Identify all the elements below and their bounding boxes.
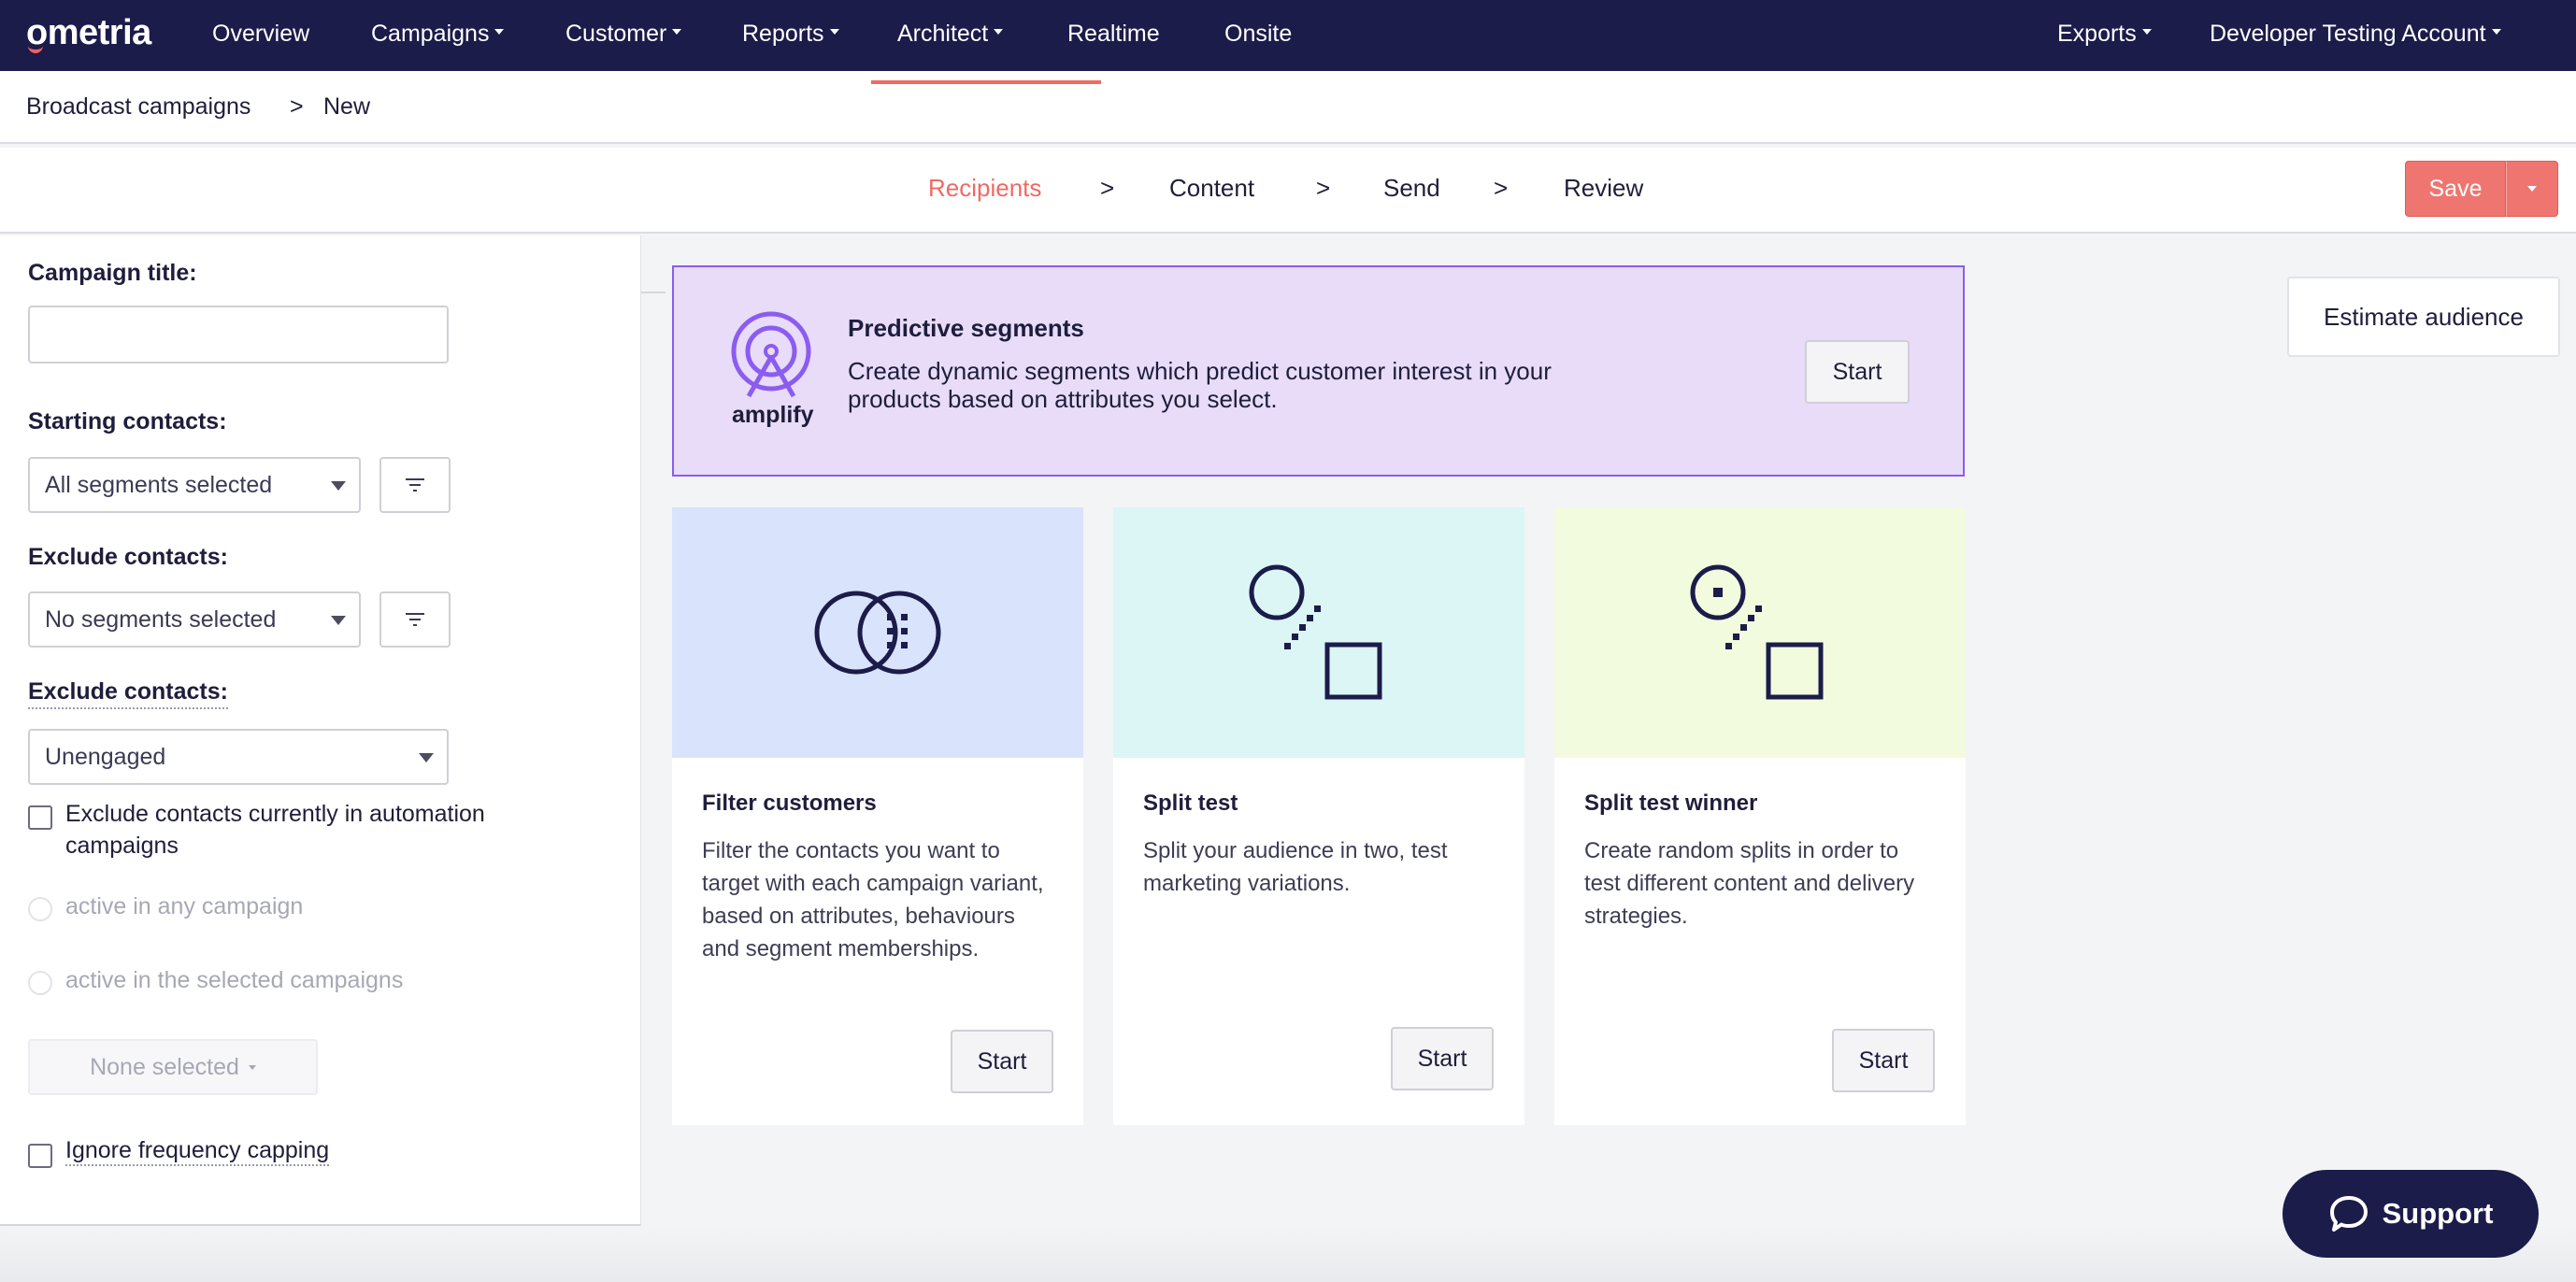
- radio-active-selected-campaigns[interactable]: [28, 971, 52, 995]
- predictive-title: Predictive segments: [848, 314, 1084, 342]
- filter-icon: [406, 478, 424, 491]
- nav-campaigns[interactable]: Campaigns: [371, 21, 505, 48]
- card-title: Split test: [1143, 791, 1238, 816]
- nav-architect[interactable]: Architect: [897, 21, 1004, 48]
- exclude-segments-value: No segments selected: [45, 605, 277, 633]
- venn-circles-icon: [814, 591, 941, 675]
- estimate-audience-button[interactable]: Estimate audience: [2287, 277, 2560, 357]
- step-content[interactable]: Content: [1169, 174, 1254, 203]
- account-menu[interactable]: Developer Testing Account: [2210, 21, 2501, 48]
- predictive-start-button[interactable]: Start: [1805, 340, 1910, 404]
- starting-contacts-value: All segments selected: [45, 471, 273, 498]
- split-shapes-icon: [1249, 564, 1382, 700]
- breadcrumb-broadcast-campaigns[interactable]: Broadcast campaigns: [26, 93, 250, 121]
- exclude-segments-filter-button[interactable]: [379, 591, 451, 648]
- exclude-engagement-value: Unengaged: [45, 743, 166, 770]
- caret-down-icon: [672, 29, 682, 36]
- step-separator: >: [1494, 174, 1509, 202]
- card-description: Create random splits in order to test di…: [1584, 838, 1915, 929]
- exclude-contacts-label: Exclude contacts:: [28, 544, 228, 570]
- exclude-automation-label: Exclude contacts currently in automation…: [65, 801, 485, 859]
- starting-contacts-select[interactable]: All segments selected: [28, 457, 361, 513]
- exclude-automation-checkbox[interactable]: [28, 805, 52, 830]
- filter-customers-start-button[interactable]: Start: [951, 1030, 1053, 1093]
- exclude-engagement-label: Exclude contacts:: [28, 678, 228, 709]
- caret-down-icon: [994, 29, 1004, 36]
- split-test-start-button[interactable]: Start: [1391, 1027, 1494, 1090]
- split-test-winner-illustration: [1554, 507, 1966, 758]
- caret-down-icon: [2527, 186, 2537, 192]
- breadcrumb: Broadcast campaigns > New: [0, 71, 2576, 144]
- campaign-title-label: Campaign title:: [28, 260, 197, 286]
- nav-reports[interactable]: Reports: [742, 21, 839, 48]
- radio-active-any-label: active in any campaign: [65, 893, 304, 919]
- predictive-description: Create dynamic segments which predict cu…: [848, 357, 1552, 413]
- support-button[interactable]: Support: [2283, 1170, 2539, 1258]
- split-winner-shapes-icon: [1690, 564, 1824, 700]
- predictive-segments-banner: amplify Predictive segments Create dynam…: [672, 265, 1965, 477]
- step-review[interactable]: Review: [1564, 174, 1643, 203]
- amplify-wordmark: amplify: [732, 402, 814, 428]
- page-bottom: [0, 1226, 2576, 1282]
- step-separator: >: [1316, 174, 1331, 202]
- starting-contacts-label: Starting contacts:: [28, 408, 227, 434]
- ignore-frequency-capping-checkbox[interactable]: [28, 1144, 52, 1168]
- caret-down-icon: [248, 1064, 256, 1070]
- nav-realtime[interactable]: Realtime: [1067, 21, 1160, 48]
- filter-customers-card: Filter customers Filter the contacts you…: [672, 507, 1083, 1125]
- split-test-winner-start-button[interactable]: Start: [1832, 1029, 1935, 1092]
- radio-active-any-campaign[interactable]: [28, 897, 52, 921]
- chat-bubble-icon: [2329, 1196, 2368, 1232]
- save-options-button[interactable]: [2506, 161, 2558, 217]
- step-send[interactable]: Send: [1383, 174, 1440, 203]
- ometria-logo[interactable]: ometria: [26, 13, 151, 53]
- card-title: Filter customers: [702, 791, 877, 816]
- breadcrumb-separator: >: [290, 93, 304, 120]
- nav-customer[interactable]: Customer: [565, 21, 682, 48]
- dropdown-arrow-icon: [331, 481, 346, 491]
- amplify-icon: [731, 311, 811, 398]
- campaign-multiselect-value: None selected: [90, 1053, 239, 1080]
- active-step-indicator: [871, 80, 1101, 84]
- support-label: Support: [2382, 1197, 2494, 1230]
- caret-down-icon: [494, 29, 505, 36]
- caret-down-icon: [829, 29, 839, 36]
- step-recipients[interactable]: Recipients: [928, 174, 1041, 203]
- radio-active-selected-label: active in the selected campaigns: [65, 967, 404, 993]
- filter-icon: [406, 613, 424, 626]
- card-description: Split your audience in two, test marketi…: [1143, 838, 1448, 896]
- caret-down-icon: [2491, 29, 2501, 36]
- dropdown-arrow-icon: [331, 616, 346, 625]
- split-test-illustration: [1113, 507, 1524, 758]
- exclude-engagement-select[interactable]: Unengaged: [28, 729, 449, 785]
- steps-bar: Recipients > Content > Send > Review: [0, 148, 2576, 234]
- exclude-segments-select[interactable]: No segments selected: [28, 591, 361, 648]
- starting-contacts-filter-button[interactable]: [379, 457, 451, 513]
- dropdown-arrow-icon: [419, 753, 434, 762]
- campaign-title-input[interactable]: [28, 306, 449, 363]
- top-nav: ometria Overview Campaigns Customer Repo…: [0, 0, 2576, 71]
- nav-onsite[interactable]: Onsite: [1224, 21, 1292, 48]
- breadcrumb-current: New: [323, 93, 371, 120]
- campaign-multiselect[interactable]: None selected: [28, 1039, 318, 1095]
- ignore-frequency-capping-label: Ignore frequency capping: [65, 1136, 330, 1166]
- caret-down-icon: [2141, 29, 2152, 36]
- filter-customers-illustration: [672, 507, 1083, 758]
- card-title: Split test winner: [1584, 791, 1758, 816]
- divider: [641, 292, 665, 293]
- split-test-card: Split test Split your audience in two, t…: [1113, 507, 1524, 1125]
- card-description: Filter the contacts you want to target w…: [702, 838, 1044, 962]
- split-test-winner-card: Split test winner Create random splits i…: [1554, 507, 1966, 1125]
- save-button[interactable]: Save: [2405, 161, 2506, 217]
- nav-exports[interactable]: Exports: [2057, 21, 2152, 48]
- nav-overview[interactable]: Overview: [212, 21, 309, 48]
- step-separator: >: [1100, 174, 1115, 202]
